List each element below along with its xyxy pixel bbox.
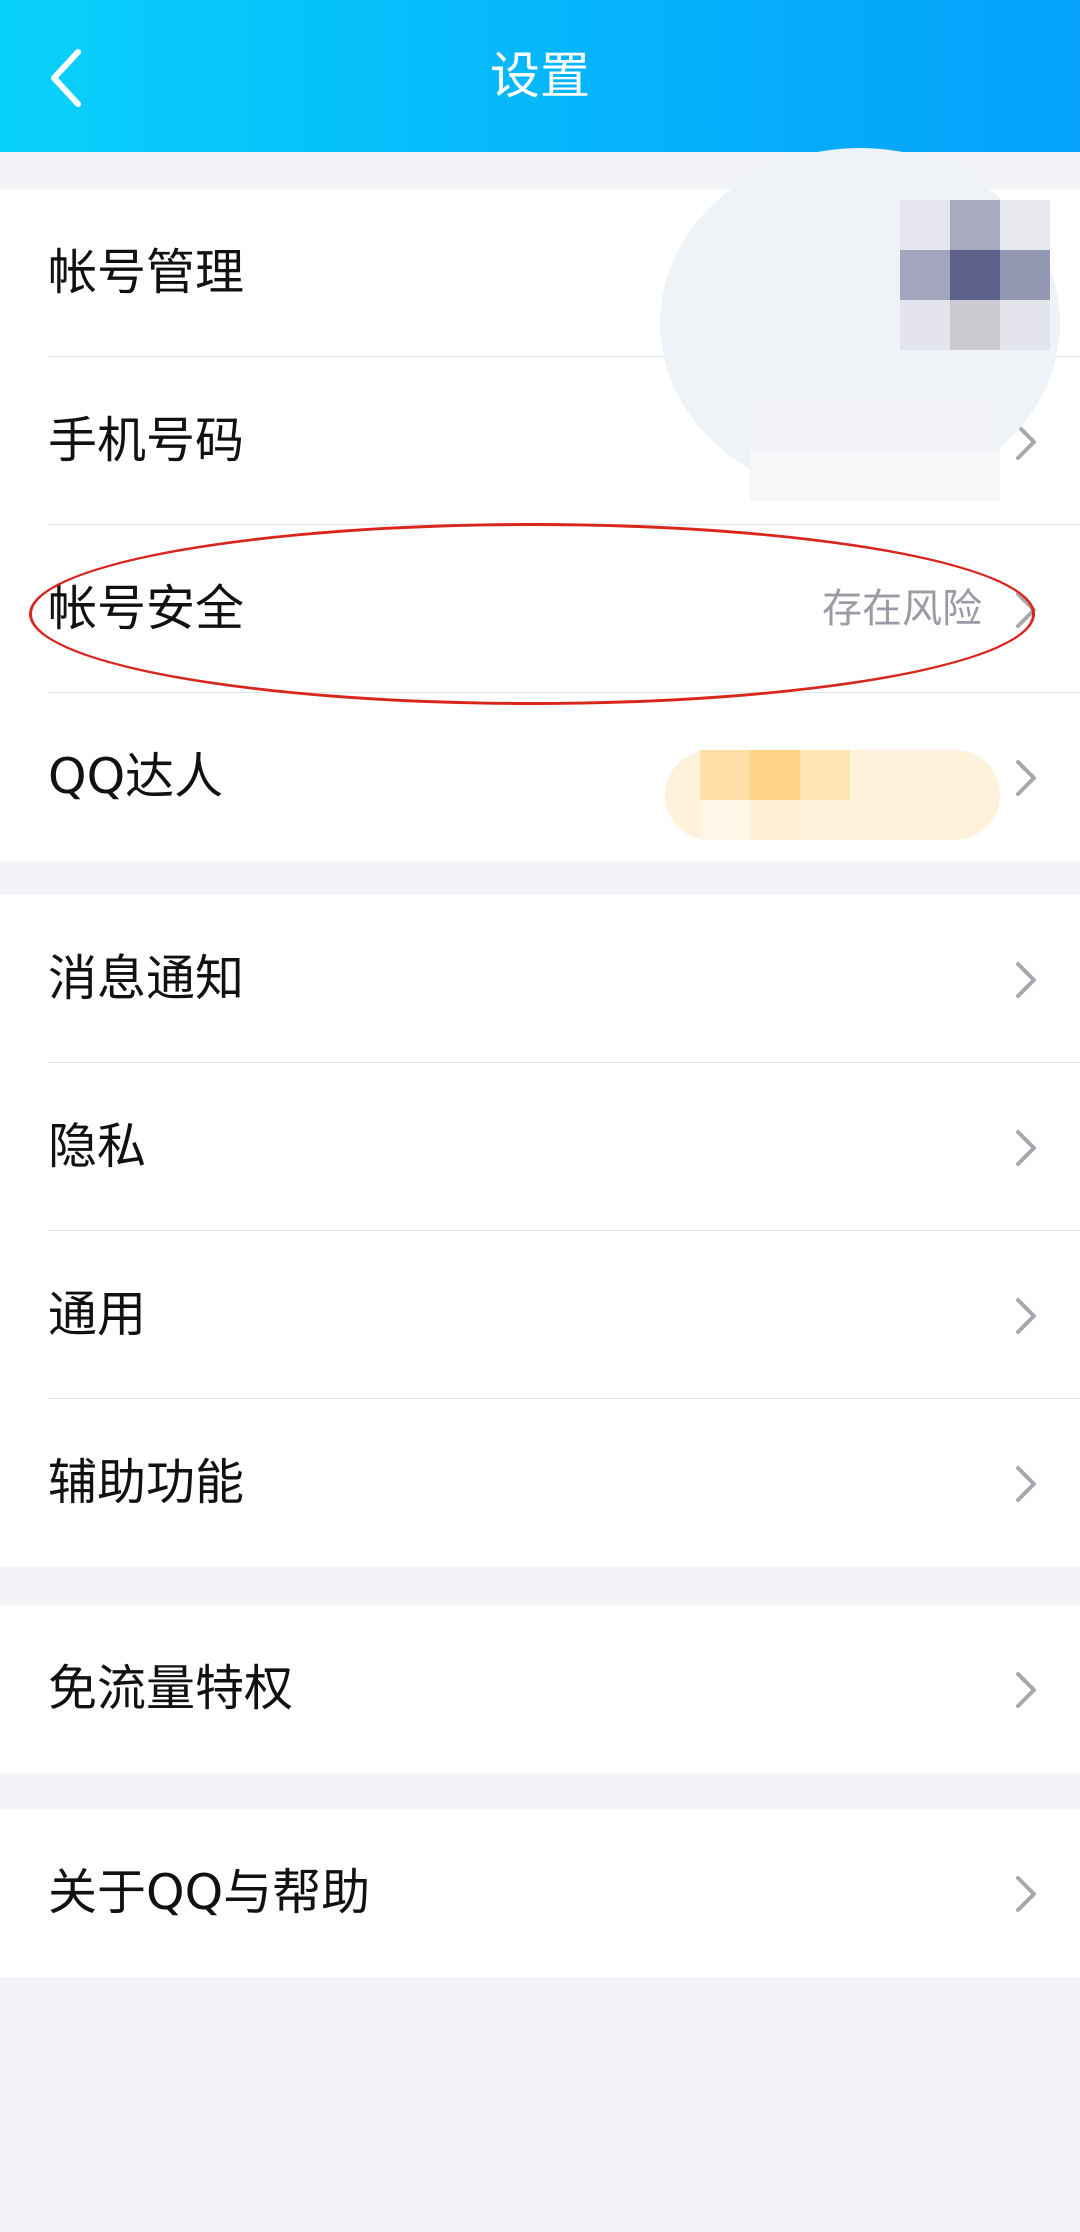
blurred-avatar — [600, 148, 1070, 508]
data-privilege-group: 免流量特权 — [0, 1605, 1080, 1773]
settings-item-free-data-privilege[interactable]: 免流量特权 — [0, 1605, 1080, 1773]
settings-item-accessibility[interactable]: 辅助功能 — [0, 1399, 1080, 1567]
settings-item-about-and-help[interactable]: 关于QQ与帮助 — [0, 1809, 1080, 1977]
highlight-ring — [29, 523, 1035, 705]
settings-item-notifications[interactable]: 消息通知 — [0, 895, 1080, 1063]
settings-item-privacy[interactable]: 隐私 — [0, 1063, 1080, 1231]
settings-item-label: 消息通知 — [48, 950, 245, 1007]
chevron-right-icon — [1016, 962, 1036, 998]
chevron-right-icon — [1016, 1466, 1036, 1502]
settings-item-label: 免流量特权 — [48, 1660, 294, 1717]
settings-item-label: 手机号码 — [48, 412, 245, 469]
settings-item-label: 通用 — [48, 1286, 147, 1343]
preferences-group: 消息通知 隐私 通用 辅助功能 — [0, 895, 1080, 1567]
settings-item-label: 隐私 — [48, 1118, 147, 1175]
settings-item-label: 辅助功能 — [48, 1454, 245, 1511]
page-title: 设置 — [490, 47, 590, 105]
top-bar: 设置 — [0, 0, 1080, 152]
chevron-right-icon — [1016, 760, 1036, 796]
chevron-right-icon — [1016, 1672, 1036, 1708]
chevron-right-icon — [1016, 1298, 1036, 1334]
settings-item-label: 帐号管理 — [48, 244, 245, 301]
settings-item-general[interactable]: 通用 — [0, 1231, 1080, 1399]
settings-item-label: 关于QQ与帮助 — [48, 1864, 371, 1921]
chevron-right-icon — [1016, 1876, 1036, 1912]
blurred-badge — [665, 745, 1005, 845]
settings-item-label: QQ达人 — [48, 748, 224, 805]
chevron-right-icon — [1016, 1130, 1036, 1166]
about-group: 关于QQ与帮助 — [0, 1809, 1080, 1977]
